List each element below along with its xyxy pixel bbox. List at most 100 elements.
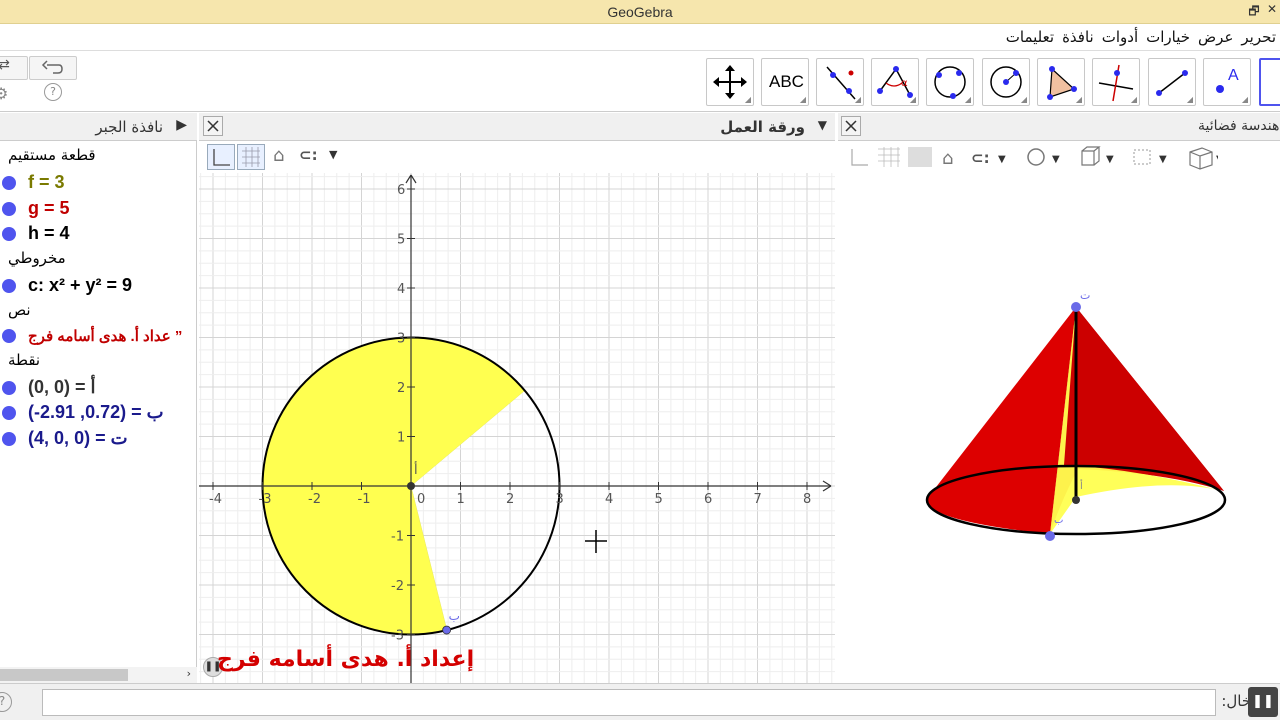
point-capture-icon[interactable]: ⊂: — [971, 149, 990, 167]
menu-edit[interactable]: تحرير — [1241, 28, 1276, 46]
angle-tool-button[interactable]: α ◢ — [871, 58, 919, 106]
circle-tool-button[interactable]: ◢ — [926, 58, 974, 106]
menu-options[interactable]: خيارات — [1146, 28, 1190, 46]
svg-text:α: α — [901, 78, 908, 89]
dropdown-icon[interactable]: ▼ — [1216, 154, 1224, 165]
visibility-dot-icon[interactable] — [2, 278, 16, 293]
x-tick-label: 1 — [457, 492, 465, 507]
base-point[interactable] — [1045, 531, 1055, 541]
visibility-dot-icon[interactable] — [2, 328, 16, 343]
algebra-item-c[interactable]: c: x² + y² = 9 — [0, 273, 196, 298]
title-bar: GeoGebra 🗗 ✕ — [0, 0, 1280, 24]
text-tool-button[interactable]: ABC ◢ — [761, 58, 809, 106]
scroll-right-icon[interactable]: › — [187, 667, 191, 680]
circle-center-tool-button[interactable]: ◢ — [982, 58, 1030, 106]
collapse-arrow-icon[interactable]: ▶ — [176, 117, 187, 133]
window-title: GeoGebra — [607, 4, 673, 20]
algebra-item-f[interactable]: f = 3 — [0, 170, 196, 195]
settings-icon[interactable]: ⚙ — [0, 84, 8, 103]
visibility-dot-icon[interactable] — [2, 175, 16, 190]
x-tick-label: 3 — [556, 492, 564, 507]
algebra-value: ت = (0 ,0 ,4) — [28, 428, 128, 448]
algebra-item-h[interactable]: h = 4 — [0, 221, 196, 246]
help-icon[interactable]: ? — [44, 83, 62, 101]
algebra-value: ب = (0.72, 2.91-) — [28, 402, 164, 422]
point-origin[interactable] — [407, 482, 415, 490]
undo-button[interactable] — [29, 56, 77, 80]
grid-toggle-button[interactable] — [237, 144, 265, 170]
x-tick-label: 4 — [605, 492, 613, 507]
category-point: نقطة — [8, 351, 41, 369]
close-graphics-button[interactable] — [203, 116, 223, 136]
perpendicular-tool-button[interactable]: ◢ — [1092, 58, 1140, 106]
y-tick-label: 4 — [397, 282, 405, 297]
visibility-dot-icon[interactable] — [2, 380, 16, 395]
algebra-value: عداد أ. هدى أسامه فرج ” — [28, 327, 183, 345]
help-icon[interactable]: ? — [0, 692, 12, 712]
polygon-tool-button[interactable]: ◢ — [1037, 58, 1085, 106]
point-tool-label: A — [1228, 67, 1239, 84]
box-icon[interactable] — [1081, 146, 1101, 166]
apex-point[interactable] — [1071, 302, 1081, 312]
home-icon[interactable]: ⌂ — [942, 148, 953, 169]
menu-view[interactable]: عرض — [1198, 28, 1233, 46]
menu-tools[interactable]: أدوات — [1102, 28, 1138, 46]
dropdown-icon[interactable]: ▼ — [1052, 154, 1060, 165]
segment-tool-button[interactable]: ◢ — [1148, 58, 1196, 106]
visibility-dot-icon[interactable] — [2, 405, 16, 420]
visibility-dot-icon[interactable] — [2, 431, 16, 446]
algebra-scrollbar[interactable]: › — [0, 667, 197, 683]
plane-icon[interactable] — [908, 147, 932, 167]
point-b[interactable] — [442, 625, 452, 635]
line-tool-button[interactable]: ◢ — [816, 58, 864, 106]
graphics-svg[interactable]: -4 -3 -2 -1 0 1 2 3 4 5 6 7 8 6 5 4 3 2 1 -1 -2 -3 أ ب — [199, 173, 835, 683]
restore-button[interactable]: 🗗 — [1244, 2, 1264, 20]
dropdown-icon[interactable]: ▼ — [998, 154, 1006, 165]
menu-help[interactable]: تعليمات — [1006, 28, 1054, 46]
visibility-dot-icon[interactable] — [2, 201, 16, 216]
x-tick-label: -4 — [209, 492, 222, 507]
close-3d-button[interactable] — [841, 116, 861, 136]
algebra-item-C[interactable]: ت = (0 ,0 ,4) — [0, 426, 196, 451]
algebra-item-A[interactable]: أ = (0 ,0) — [0, 375, 196, 400]
graphics-header: ورقة العمل ▼ — [199, 113, 835, 141]
text-tool-label: ABC — [769, 72, 804, 91]
toolbar: ⇄ ⚙ ? ◢ ABC ◢ ◢ α ◢ ◢ ◢ ◢ ◢ ◢ A ◢ — [0, 52, 1280, 112]
graphics-canvas[interactable]: -4 -3 -2 -1 0 1 2 3 4 5 6 7 8 6 5 4 3 2 1 -1 -2 -3 أ ب ❚❚ إعد… — [199, 173, 835, 683]
point-capture-icon[interactable]: ⊂: — [299, 146, 318, 164]
3d-toolbar-icons: ⌂ ⊂: ▼ ▼ ▼ ▼ ▼ — [851, 146, 1224, 170]
axes-icon[interactable] — [851, 149, 868, 166]
graphics-menu-arrow-icon[interactable]: ▼ — [818, 118, 827, 132]
cone-surface-left[interactable] — [926, 307, 1076, 534]
redo-button[interactable]: ⇄ — [0, 56, 28, 80]
graphics-style-bar: ⌂ ⊂: ▼ — [199, 141, 835, 173]
point-tool-button[interactable]: A ◢ — [1203, 58, 1251, 106]
clipping-icon[interactable] — [1133, 149, 1151, 165]
y-tick-label: 1 — [397, 431, 405, 446]
projection-icon[interactable] — [1189, 147, 1213, 170]
close-button[interactable]: ✕ — [1262, 2, 1280, 20]
menu-window[interactable]: نافذة — [1062, 28, 1094, 46]
dropdown-icon[interactable]: ▼ — [1106, 154, 1114, 165]
graphics3d-svg[interactable]: ت ب أ — [838, 173, 1280, 683]
move-tool-button[interactable]: ◢ — [706, 58, 754, 106]
y-tick-label: 5 — [397, 233, 405, 248]
rotate-view-icon[interactable] — [1027, 148, 1045, 166]
center-point[interactable] — [1072, 496, 1080, 504]
x-tick-label: -2 — [308, 492, 321, 507]
pause-button[interactable]: ❚❚ — [1248, 687, 1278, 717]
home-icon[interactable]: ⌂ — [273, 145, 284, 166]
point-capture-dropdown-icon[interactable]: ▼ — [329, 148, 337, 161]
menu-bar: تحرير عرض خيارات أدوات نافذة تعليمات — [0, 24, 1280, 51]
algebra-item-text[interactable]: عداد أ. هدى أسامه فرج ” — [0, 323, 196, 348]
graphics3d-canvas[interactable]: ت ب أ — [838, 173, 1280, 683]
visibility-dot-icon[interactable] — [2, 226, 16, 241]
dropdown-icon[interactable]: ▼ — [1159, 154, 1167, 165]
algebra-item-B[interactable]: ب = (0.72, 2.91-) — [0, 400, 196, 425]
axes-toggle-button[interactable] — [207, 144, 235, 170]
algebra-item-g[interactable]: g = 5 — [0, 196, 196, 221]
grid-icon[interactable] — [878, 147, 900, 167]
input-field[interactable] — [42, 689, 1216, 716]
x-tick-label: -1 — [358, 492, 371, 507]
select-tool-button[interactable] — [1259, 58, 1280, 106]
